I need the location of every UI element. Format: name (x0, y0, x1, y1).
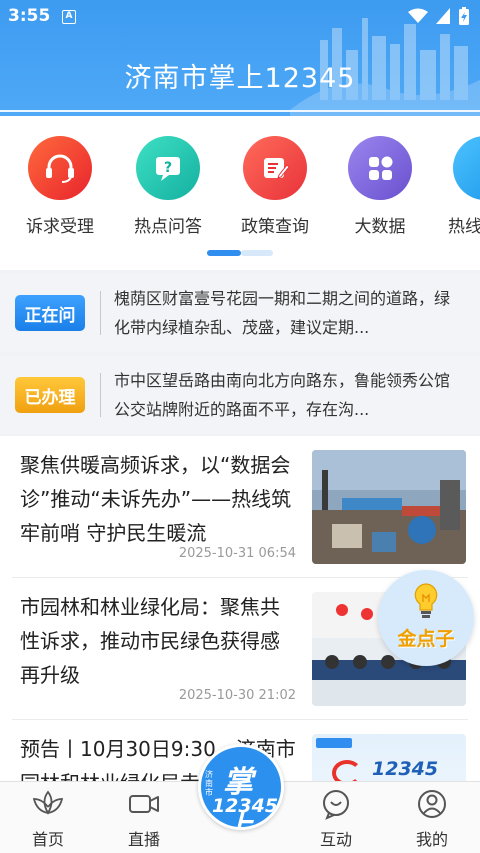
quick-item-policy[interactable]: 政策查询 (220, 136, 330, 237)
user-profile-icon (384, 788, 480, 820)
indicator-active (207, 250, 241, 256)
document-edit-icon (243, 136, 307, 200)
chat-bubble-icon (288, 788, 384, 820)
center-logo-button[interactable]: 济南市 掌上 12345 (198, 744, 284, 830)
quick-item-complaint[interactable]: 诉求受理 (5, 136, 115, 237)
golden-idea-button[interactable]: 金点子 (378, 570, 474, 666)
quick-item-hot-qa[interactable]: ? 热点问答 (113, 136, 223, 237)
quick-item-label: 大数据 (354, 217, 406, 237)
tab-home[interactable]: 首页 (0, 788, 96, 850)
quick-item-hotline[interactable]: 热线 (430, 136, 480, 237)
quick-item-label: 政策查询 (241, 217, 309, 237)
lightbulb-icon (414, 583, 438, 618)
golden-idea-label: 金点子 (397, 628, 455, 650)
lotus-home-icon (0, 788, 96, 820)
battery-charging-icon (459, 7, 469, 25)
carousel-indicator (207, 250, 273, 256)
news-title: 聚焦供暖高频诉求，以“数据会诊”推动“未诉先办”——热线筑牢前哨 守护民生暖流 (20, 453, 292, 545)
header-divider (0, 110, 480, 112)
notice-divider (100, 373, 101, 417)
center-logo-city: 济南市 (205, 770, 213, 797)
quick-menu: 诉求受理 ? 热点问答 政策查询 大数据 热线 (0, 120, 480, 270)
news-thumbnail-image (312, 450, 466, 564)
quick-item-label: 诉求受理 (26, 217, 94, 237)
status-badge: 正在问 (15, 295, 85, 331)
notice-item-asking[interactable]: 正在问 槐荫区财富壹号花园一期和二期之间的道路，绿化带内绿植杂乱、茂盛，建议定期… (0, 274, 480, 352)
notification-a-icon: A (62, 10, 76, 24)
tab-live[interactable]: 直播 (96, 788, 192, 850)
tab-label: 首页 (31, 830, 64, 849)
quick-item-label: 热线 (448, 217, 480, 237)
news-time: 2025-10-31 06:54 (178, 546, 296, 561)
quick-item-label: 热点问答 (134, 217, 202, 237)
notice-section: 正在问 槐荫区财富壹号花园一期和二期之间的道路，绿化带内绿植杂乱、茂盛，建议定期… (0, 270, 480, 436)
headset-icon (28, 136, 92, 200)
app-title: 济南市掌上12345 (124, 63, 356, 94)
tab-interact[interactable]: 互动 (288, 788, 384, 850)
status-badge: 已办理 (15, 377, 85, 413)
cell-signal-icon (436, 8, 450, 24)
hotline-icon (453, 136, 480, 200)
video-camera-icon (96, 788, 192, 820)
notice-text: 槐荫区财富壹号花园一期和二期之间的道路，绿化带内绿植杂乱、茂盛，建议定期... (114, 289, 451, 337)
news-title: 市园林和林业绿化局：聚焦共性诉求，推动市民绿色获得感再升级 (20, 595, 280, 687)
quick-item-big-data[interactable]: 大数据 (325, 136, 435, 237)
status-time: 3:55 (8, 6, 51, 26)
notice-item-handled[interactable]: 已办理 市中区望岳路由南向北方向路东，鲁能领秀公馆公交站牌附近的路面不平，存在沟… (0, 356, 480, 434)
notice-text: 市中区望岳路由南向北方向路东，鲁能领秀公馆公交站牌附近的路面不平，存在沟... (114, 371, 451, 419)
wifi-icon (408, 8, 428, 23)
tab-label: 直播 (127, 830, 160, 849)
grid-data-icon (348, 136, 412, 200)
tab-mine[interactable]: 我的 (384, 788, 480, 850)
news-thumbnail-image: 12345 (312, 734, 466, 781)
question-chat-icon: ? (136, 136, 200, 200)
tab-label: 互动 (319, 830, 352, 849)
center-logo-text: 掌上 (223, 765, 253, 830)
status-bar: 3:55 A (0, 0, 480, 34)
app-header: 3:55 A 济南市掌上12345 (0, 0, 480, 116)
tab-label: 我的 (415, 830, 448, 849)
thumbnail-number: 12345 (372, 758, 439, 780)
center-logo-number: 12345 (211, 795, 279, 817)
news-item[interactable]: 聚焦供暖高频诉求，以“数据会诊”推动“未诉先办”——热线筑牢前哨 守护民生暖流 … (0, 436, 480, 578)
notice-divider (100, 291, 101, 335)
news-time: 2025-10-30 21:02 (178, 688, 296, 703)
svg-text:?: ? (164, 160, 172, 176)
indicator-inactive (241, 250, 273, 256)
